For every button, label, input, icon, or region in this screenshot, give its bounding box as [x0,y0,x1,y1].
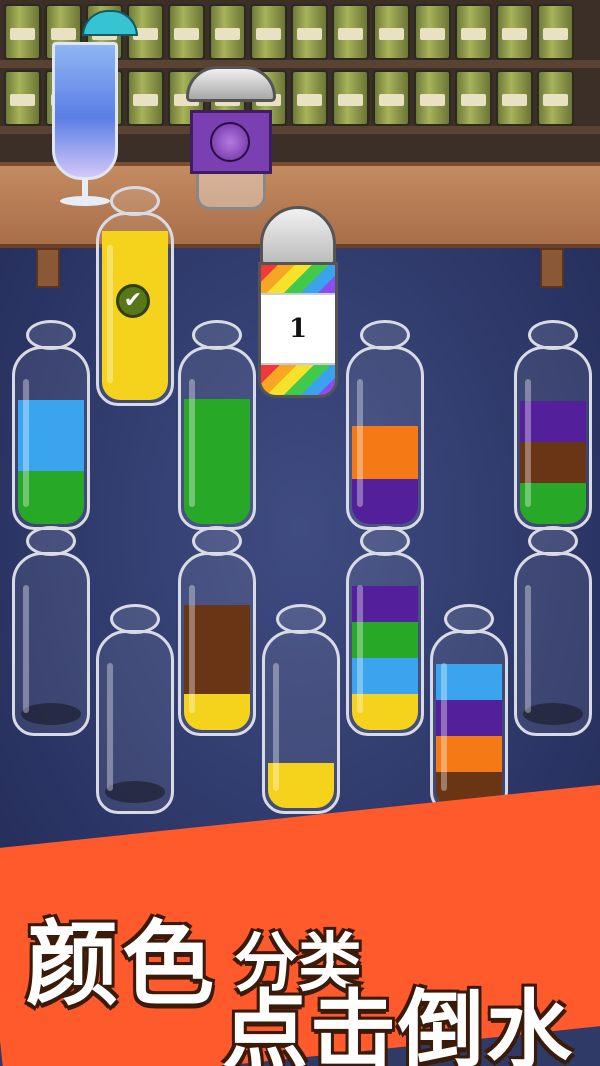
bottle-9[interactable] [262,604,340,814]
glass-shine [107,245,113,383]
bottle-glass [96,630,174,814]
glass-shine [107,663,113,791]
glass-shine [23,379,29,507]
bottle-glass [262,630,340,814]
bottle-2[interactable]: ✔ [96,186,174,406]
bottle-neck [444,604,494,634]
cocktail-stem [82,178,88,198]
level-counter-cup: 1 [256,206,340,398]
bottle-glass [346,346,424,530]
bottle-glass [346,552,424,736]
bottle-glass [430,630,508,814]
shelf-can [455,4,492,60]
slogan-tap-pour: 点击倒水 [222,981,574,1066]
bottle-glass [514,552,592,736]
glass-shine [525,585,531,713]
cocktail-foot [60,196,110,206]
bottle-glass [12,552,90,736]
empty-bottom [523,703,583,725]
shelf-can [414,4,451,60]
cup-lid [186,66,276,102]
shelf-can [332,70,369,126]
bottle-6[interactable] [12,526,90,736]
game-scene: 1 ✔ 颜色 分类 点击倒水 [0,0,600,1066]
rainbow-cup-body: 1 [258,262,338,398]
shelf-can [496,4,533,60]
glass-shine [189,379,195,507]
glass-shine [441,663,447,791]
slogan-color: 颜色 [26,911,219,1018]
bottle-neck [276,604,326,634]
cocktail-cup [52,42,118,180]
glass-shine [23,585,29,713]
glass-shine [525,379,531,507]
shelf-can [373,4,410,60]
glass-shine [357,379,363,507]
counter-leg [36,248,60,288]
shelf-can [455,70,492,126]
shelf-can [209,4,246,60]
bottle-1[interactable] [12,320,90,530]
grape-cup-decoration [186,66,276,212]
completed-check-icon: ✔ [116,284,150,318]
shelf-can [291,4,328,60]
shelf-can [4,70,41,126]
bottle-glass [178,346,256,530]
cup-cap [260,206,336,270]
bottle-4[interactable] [346,320,424,530]
grape-icon [210,122,250,162]
cup-glass [196,174,266,210]
bottle-neck [360,526,410,556]
bottle-11[interactable] [430,604,508,814]
bottle-8[interactable] [178,526,256,736]
shelf-can [537,4,574,60]
shelf-can [168,4,205,60]
bottle-neck [26,526,76,556]
shelf-can [4,4,41,60]
bottle-neck [528,526,578,556]
bottle-3[interactable] [178,320,256,530]
cocktail-glass-decoration [48,28,122,208]
level-number: 1 [261,293,335,365]
bottle-glass [178,552,256,736]
shelf-can [496,70,533,126]
shelf-can [332,4,369,60]
bottle-neck [192,526,242,556]
shelf-can [537,70,574,126]
bottle-glass [12,346,90,530]
bottle-neck [360,320,410,350]
bottle-7[interactable] [96,604,174,814]
glass-shine [357,585,363,713]
bottle-glass [514,346,592,530]
bottle-10[interactable] [346,526,424,736]
shelf-can [373,70,410,126]
shelf-can [414,70,451,126]
shelf-can [250,4,287,60]
bottle-neck [528,320,578,350]
empty-bottom [105,781,165,803]
bottle-neck [26,320,76,350]
bottle-5[interactable] [514,320,592,530]
bottle-12[interactable] [514,526,592,736]
shelf-can [127,70,164,126]
empty-bottom [21,703,81,725]
counter-leg [540,248,564,288]
bottle-neck [192,320,242,350]
bottle-neck [110,186,160,216]
shelf-can [291,70,328,126]
glass-shine [189,585,195,713]
glass-shine [273,663,279,791]
bottle-neck [110,604,160,634]
